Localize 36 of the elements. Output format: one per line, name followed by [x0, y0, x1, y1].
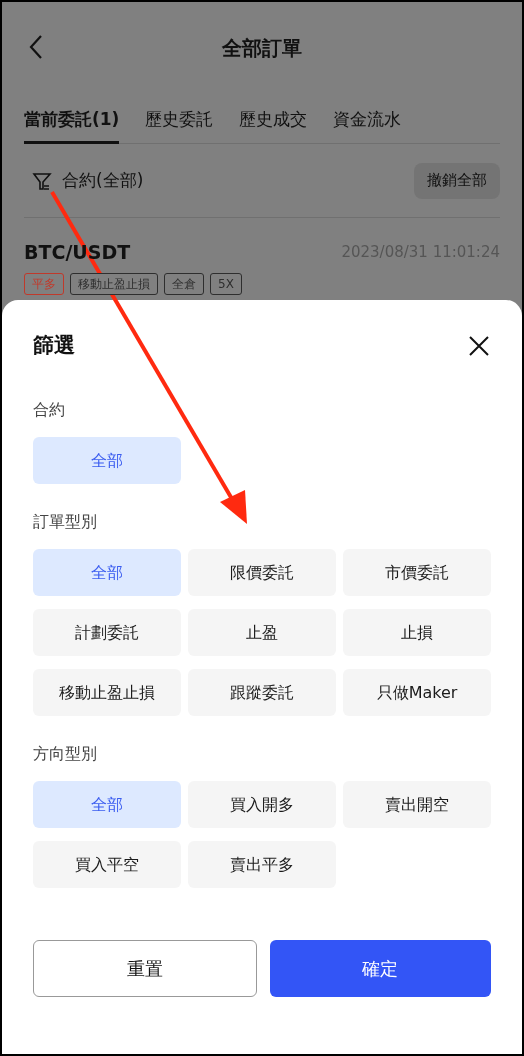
section-label: 合約: [33, 399, 66, 421]
sheet-title: 篩選: [33, 332, 75, 360]
cancel-all-button[interactable]: 撤銷全部: [414, 162, 500, 199]
tab[interactable]: 資金流水: [333, 98, 402, 144]
order-tag: 移動止盈止損: [70, 272, 158, 295]
tab[interactable]: 當前委託(1): [24, 98, 120, 144]
filter-option[interactable]: 全部: [33, 437, 181, 484]
filter-option[interactable]: 跟蹤委託: [188, 669, 336, 716]
filter-option[interactable]: 移動止盈止損: [33, 669, 181, 716]
close-icon: [469, 336, 489, 356]
order-tag: 5X: [210, 272, 242, 295]
close-button[interactable]: [467, 334, 491, 358]
order-tag: 全倉: [164, 272, 204, 295]
filter-option[interactable]: 賣出平多: [188, 841, 336, 888]
filter-option[interactable]: 只做Maker: [343, 669, 491, 716]
order-tag: 平多: [24, 272, 64, 295]
confirm-button[interactable]: 確定: [269, 940, 491, 997]
back-icon: [29, 34, 43, 60]
filter-option[interactable]: 計劃委託: [33, 609, 181, 656]
filter-option[interactable]: 買入平空: [33, 841, 181, 888]
filter-option[interactable]: 全部: [33, 549, 181, 596]
reset-button[interactable]: 重置: [33, 940, 257, 997]
filter-option[interactable]: 止損: [343, 609, 491, 656]
tab[interactable]: 歷史成交: [239, 98, 308, 144]
page-title: 全部訂單: [222, 35, 302, 62]
filter-icon[interactable]: [32, 170, 52, 191]
filter-option[interactable]: 限價委託: [188, 549, 336, 596]
filter-option[interactable]: 止盈: [188, 609, 336, 656]
filter-option[interactable]: 市價委託: [343, 549, 491, 596]
filter-option[interactable]: 買入開多: [188, 781, 336, 828]
filter-option[interactable]: 全部: [33, 781, 181, 828]
section-label: 方向型別: [33, 743, 98, 765]
contract-filter-label[interactable]: 合約(全部): [62, 167, 144, 194]
filter-option[interactable]: 賣出開空: [343, 781, 491, 828]
section-label: 訂單型別: [33, 511, 98, 533]
tab[interactable]: 歷史委託: [145, 98, 214, 144]
